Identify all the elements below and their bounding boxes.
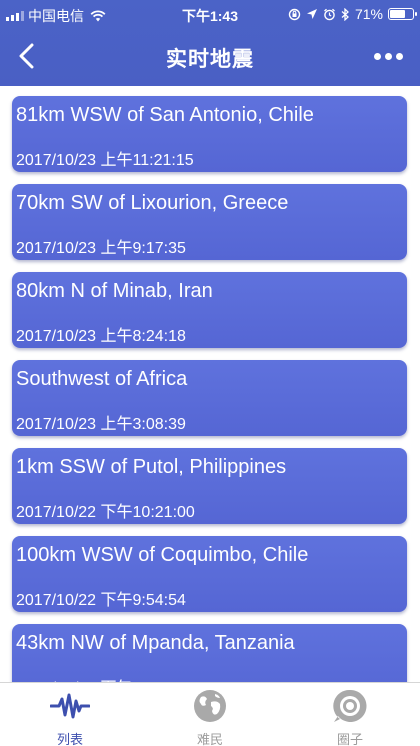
quake-card[interactable]: 1km SSW of Putol, Philippines 2017/10/22… (12, 448, 407, 524)
circle-target-icon (330, 689, 370, 723)
tab-bar: 列表 难民 圈子 (0, 682, 420, 746)
globe-icon (190, 689, 230, 723)
screen: 中国电信 下午1:43 71% 实时地震 81km WSW of San Ant… (0, 0, 420, 746)
quake-place: 70km SW of Lixourion, Greece (16, 192, 289, 214)
quake-place: 80km N of Minab, Iran (16, 280, 213, 302)
tab-label: 难民 (196, 732, 223, 746)
quake-card[interactable]: 100km WSW of Coquimbo, Chile 2017/10/22 … (12, 536, 407, 612)
quake-place: 100km WSW of Coquimbo, Chile (16, 544, 309, 566)
navbar: 实时地震 (0, 28, 420, 86)
quake-time: 2017/10/22 下午3:05:12 (16, 674, 186, 682)
quake-time: 2017/10/23 上午8:24:18 (16, 328, 186, 345)
tab-refugees[interactable]: 难民 (140, 683, 280, 746)
quake-time: 2017/10/23 上午3:08:39 (16, 416, 186, 433)
quake-place: 43km NW of Mpanda, Tanzania (16, 632, 295, 654)
location-icon (306, 9, 317, 19)
quake-card[interactable]: Southwest of Africa 2017/10/23 上午3:08:39 (12, 360, 407, 436)
quake-time: 2017/10/22 下午9:54:54 (16, 592, 186, 609)
orientation-lock-icon (288, 8, 301, 20)
quake-place: Southwest of Africa (16, 368, 188, 390)
battery-percent: 71% (354, 6, 383, 22)
quake-list[interactable]: 81km WSW of San Antonio, Chile 2017/10/2… (0, 86, 420, 682)
tab-label: 圈子 (336, 732, 363, 746)
quake-time: 2017/10/22 下午10:21:00 (16, 504, 195, 521)
quake-card[interactable]: 81km WSW of San Antonio, Chile 2017/10/2… (12, 96, 407, 172)
quake-time: 2017/10/23 上午11:21:15 (16, 152, 194, 169)
tab-circle[interactable]: 圈子 (280, 683, 420, 746)
more-button[interactable] (368, 42, 408, 70)
quake-place: 1km SSW of Putol, Philippines (16, 456, 287, 478)
alarm-icon (324, 8, 335, 20)
waveform-icon (50, 689, 90, 723)
header: 中国电信 下午1:43 71% 实时地震 (0, 0, 420, 86)
quake-card[interactable]: 43km NW of Mpanda, Tanzania 2017/10/22 下… (12, 624, 407, 682)
tab-list[interactable]: 列表 (0, 683, 140, 746)
quake-card[interactable]: 80km N of Minab, Iran 2017/10/23 上午8:24:… (12, 272, 407, 348)
more-dots-icon (373, 52, 381, 60)
battery-fill (390, 10, 405, 18)
quake-place: 81km WSW of San Antonio, Chile (16, 104, 314, 126)
quake-time: 2017/10/23 上午9:17:35 (16, 240, 186, 257)
status-bar: 中国电信 下午1:43 71% (0, 0, 420, 28)
status-right: 71% (288, 6, 417, 22)
quake-card[interactable]: 70km SW of Lixourion, Greece 2017/10/23 … (12, 184, 407, 260)
tab-label: 列表 (56, 732, 83, 746)
bluetooth-icon (341, 7, 349, 21)
page-title: 实时地震 (166, 48, 254, 71)
battery-icon (388, 8, 417, 20)
